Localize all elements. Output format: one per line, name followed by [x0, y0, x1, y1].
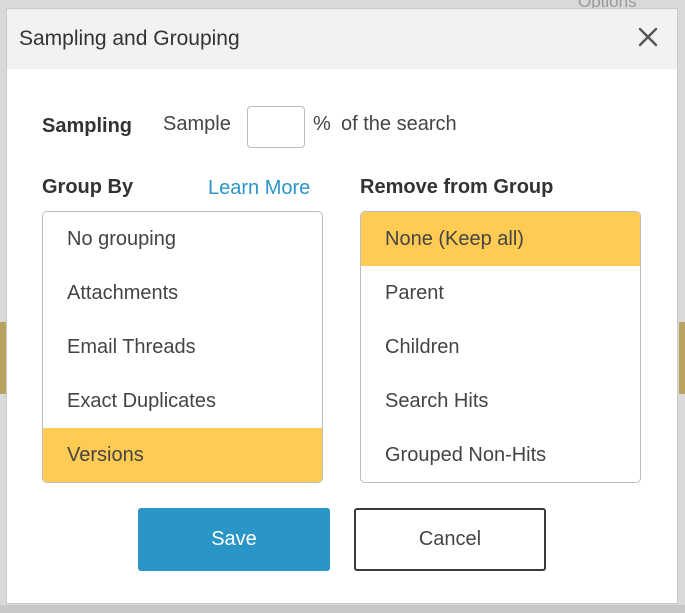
group-by-option[interactable]: Email Threads: [43, 320, 322, 374]
save-button[interactable]: Save: [138, 508, 330, 571]
group-by-option[interactable]: Versions: [43, 428, 322, 482]
group-by-option[interactable]: Attachments: [43, 266, 322, 320]
sampling-label: Sampling: [42, 115, 133, 137]
close-icon[interactable]: [633, 22, 663, 52]
of-the-search-label: of the search: [341, 113, 457, 135]
group-by-option[interactable]: Exact Duplicates: [43, 374, 322, 428]
learn-more-link[interactable]: Learn More: [208, 177, 310, 200]
group-by-option[interactable]: No grouping: [43, 212, 322, 266]
background-band-right: [679, 322, 685, 394]
remove-from-group-option[interactable]: Search Hits: [361, 374, 640, 428]
dialog-title: Sampling and Grouping: [19, 27, 240, 50]
remove-from-group-option[interactable]: Grouped Non-Hits: [361, 428, 640, 482]
sample-label: Sample: [163, 113, 231, 135]
dialog-header: Sampling and Grouping: [7, 9, 677, 69]
percent-sign: %: [313, 113, 331, 135]
background-bottom: [0, 605, 685, 613]
remove-from-group-listbox: None (Keep all) Parent Children Search H…: [360, 211, 641, 483]
cancel-button[interactable]: Cancel: [354, 508, 546, 571]
sampling-row: Sampling Sample % of the search: [42, 106, 642, 150]
remove-from-group-label: Remove from Group: [360, 176, 554, 198]
group-by-label: Group By: [42, 176, 134, 198]
remove-from-group-option[interactable]: Children: [361, 320, 640, 374]
remove-from-group-option[interactable]: None (Keep all): [361, 212, 640, 266]
remove-from-group-option[interactable]: Parent: [361, 266, 640, 320]
sampling-grouping-dialog: Sampling and Grouping Sampling Sample % …: [6, 8, 678, 604]
group-by-listbox: No grouping Attachments Email Threads Ex…: [42, 211, 323, 483]
sample-percent-input[interactable]: [247, 106, 305, 148]
